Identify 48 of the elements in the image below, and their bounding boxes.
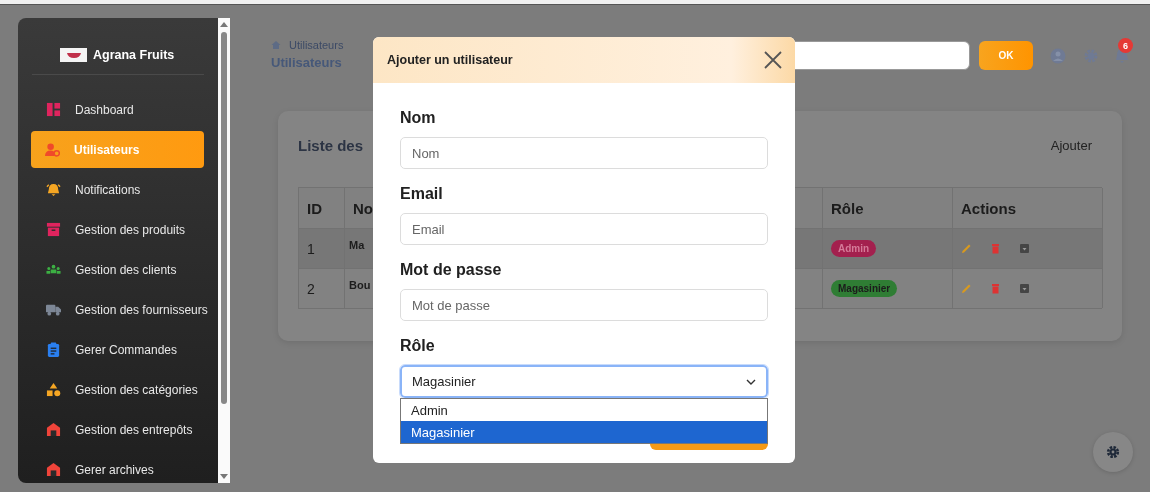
group-icon: [46, 262, 61, 277]
scroll-down-icon[interactable]: [220, 474, 228, 480]
modal-title: Ajouter un utilisateur: [387, 53, 513, 67]
sidebar-item[interactable]: Notifications: [32, 171, 204, 208]
archive-icon[interactable]: [1019, 283, 1030, 294]
sidebar-item[interactable]: Gestion des clients: [32, 251, 204, 288]
card-title: Liste des: [298, 136, 364, 154]
input-field[interactable]: Nom: [400, 137, 768, 169]
dropdown-option[interactable]: Magasinier: [401, 421, 767, 443]
warehouse-icon: [46, 462, 61, 477]
role-tag: Magasinier: [831, 280, 898, 297]
warehouse-icon: [46, 422, 61, 437]
field-label: Email: [400, 185, 444, 204]
sidebar-item[interactable]: Gestion des catégories: [32, 371, 204, 408]
clipboard-icon: [46, 342, 61, 357]
settings-button[interactable]: [1093, 432, 1133, 472]
logo-icon: [60, 48, 87, 62]
bell-icon: [46, 182, 61, 197]
chevron-down-icon: [746, 378, 756, 385]
notification-badge: 6: [1118, 38, 1133, 53]
truck-icon: [46, 302, 61, 317]
users-icon: [45, 142, 60, 157]
sidebar-item[interactable]: Gestion des produits: [32, 211, 204, 248]
scroll-up-icon[interactable]: [220, 21, 228, 27]
settings-icon: [1106, 445, 1120, 459]
pencil-icon[interactable]: [961, 283, 972, 294]
input-field[interactable]: Email: [400, 213, 768, 245]
brand-name: Agrana Fruits: [93, 48, 175, 62]
field-label: Rôle: [400, 337, 436, 356]
role-select[interactable]: Magasinier: [400, 365, 768, 398]
table-cell: 2: [299, 268, 345, 308]
sidebar-item[interactable]: Dashboard: [32, 91, 204, 128]
box-icon: [46, 222, 61, 237]
shapes-icon: [46, 382, 61, 397]
close-icon[interactable]: [763, 50, 783, 70]
dropdown-option[interactable]: Admin: [401, 399, 767, 421]
sidebar-item[interactable]: Gerer archives: [32, 451, 204, 483]
dashboard-icon: [46, 102, 61, 117]
sidebar-item[interactable]: Gestion des entrepôts: [32, 411, 204, 448]
role-tag: Admin: [831, 240, 877, 257]
sidebar-item[interactable]: Gerer Commandes: [32, 331, 204, 368]
field-label: Nom: [400, 109, 437, 128]
pencil-icon[interactable]: [961, 243, 972, 254]
table-cell: 1: [299, 228, 345, 268]
archive-icon[interactable]: [1019, 243, 1030, 254]
input-field[interactable]: Mot de passe: [400, 289, 768, 321]
add-link[interactable]: Ajouter: [1050, 137, 1092, 153]
scrollbar[interactable]: [218, 18, 230, 483]
